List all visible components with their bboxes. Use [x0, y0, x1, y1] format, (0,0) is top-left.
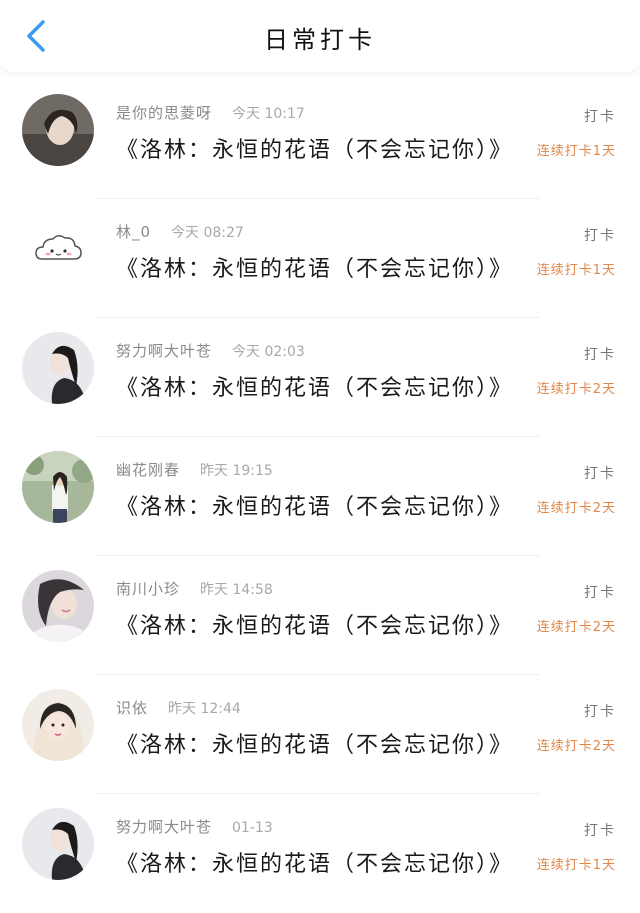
book-title[interactable]: 《洛林：永恒的花语（不会忘记你）》 — [116, 132, 513, 164]
checkin-label[interactable]: 打卡 — [584, 463, 616, 483]
list-item: 幽花刚春 昨天 19:15 《洛林：永恒的花语（不会忘记你）》 打卡 连续打卡2天 — [0, 437, 640, 556]
avatar[interactable] — [22, 808, 94, 880]
entry-meta: 幽花刚春 昨天 19:15 — [116, 459, 273, 480]
avatar[interactable] — [22, 451, 94, 523]
page-title: 日常打卡 — [264, 26, 376, 54]
checkin-label[interactable]: 打卡 — [584, 701, 616, 721]
list-item: 是你的思菱呀 今天 10:17 《洛林：永恒的花语（不会忘记你）》 打卡 连续打卡… — [0, 80, 640, 199]
entry-meta: 南川小珍 昨天 14:58 — [116, 578, 273, 599]
user-name: 南川小珍 — [116, 580, 181, 598]
checkin-label[interactable]: 打卡 — [584, 225, 616, 245]
book-title[interactable]: 《洛林：永恒的花语（不会忘记你）》 — [116, 608, 513, 640]
entry-time: 昨天 14:58 — [200, 582, 273, 598]
list-item: 努力啊大叶苍 01-13 《洛林：永恒的花语（不会忘记你）》 打卡 连续打卡1天 — [0, 794, 640, 913]
checkin-label[interactable]: 打卡 — [584, 344, 616, 364]
entry-time: 今天 10:17 — [232, 106, 305, 122]
list-item: 南川小珍 昨天 14:58 《洛林：永恒的花语（不会忘记你）》 打卡 连续打卡2天 — [0, 556, 640, 675]
book-title[interactable]: 《洛林：永恒的花语（不会忘记你）》 — [116, 370, 513, 402]
user-name: 林_0 — [116, 223, 152, 241]
list-item: 识依 昨天 12:44 《洛林：永恒的花语（不会忘记你）》 打卡 连续打卡2天 — [0, 675, 640, 794]
user-name: 努力啊大叶苍 — [116, 818, 213, 836]
checkin-label[interactable]: 打卡 — [584, 106, 616, 126]
entry-meta: 识依 昨天 12:44 — [116, 697, 241, 718]
entry-time: 昨天 12:44 — [168, 701, 241, 717]
checkin-label[interactable]: 打卡 — [584, 582, 616, 602]
streak-label: 连续打卡2天 — [536, 382, 616, 397]
entry-time: 01-13 — [232, 820, 273, 836]
avatar[interactable] — [22, 689, 94, 761]
avatar[interactable] — [22, 570, 94, 642]
streak-label: 连续打卡2天 — [536, 739, 616, 754]
list-item: 林_0 今天 08:27 《洛林：永恒的花语（不会忘记你）》 打卡 连续打卡1天 — [0, 199, 640, 318]
streak-label: 连续打卡2天 — [536, 620, 616, 635]
user-name: 努力啊大叶苍 — [116, 342, 213, 360]
entry-meta: 努力啊大叶苍 01-13 — [116, 816, 273, 837]
user-name: 识依 — [116, 699, 149, 717]
entry-meta: 努力啊大叶苍 今天 02:03 — [116, 340, 305, 361]
book-title[interactable]: 《洛林：永恒的花语（不会忘记你）》 — [116, 846, 513, 878]
streak-label: 连续打卡1天 — [536, 858, 616, 873]
book-title[interactable]: 《洛林：永恒的花语（不会忘记你）》 — [116, 251, 513, 283]
entry-time: 昨天 19:15 — [200, 463, 273, 479]
book-title[interactable]: 《洛林：永恒的花语（不会忘记你）》 — [116, 727, 513, 759]
streak-label: 连续打卡1天 — [536, 263, 616, 278]
book-title[interactable]: 《洛林：永恒的花语（不会忘记你）》 — [116, 489, 513, 521]
user-name: 幽花刚春 — [116, 461, 181, 479]
top-bar: 日常打卡 — [0, 0, 640, 72]
entry-meta: 是你的思菱呀 今天 10:17 — [116, 102, 305, 123]
entry-time: 今天 02:03 — [232, 344, 305, 360]
avatar[interactable] — [22, 332, 94, 404]
streak-label: 连续打卡2天 — [536, 501, 616, 516]
checkin-list: 是你的思菱呀 今天 10:17 《洛林：永恒的花语（不会忘记你）》 打卡 连续打卡… — [0, 80, 640, 913]
streak-label: 连续打卡1天 — [536, 144, 616, 159]
avatar[interactable] — [22, 94, 94, 166]
avatar[interactable] — [22, 213, 94, 285]
list-item: 努力啊大叶苍 今天 02:03 《洛林：永恒的花语（不会忘记你）》 打卡 连续打卡… — [0, 318, 640, 437]
entry-time: 今天 08:27 — [171, 225, 244, 241]
checkin-label[interactable]: 打卡 — [584, 820, 616, 840]
user-name: 是你的思菱呀 — [116, 104, 213, 122]
entry-meta: 林_0 今天 08:27 — [116, 221, 244, 242]
